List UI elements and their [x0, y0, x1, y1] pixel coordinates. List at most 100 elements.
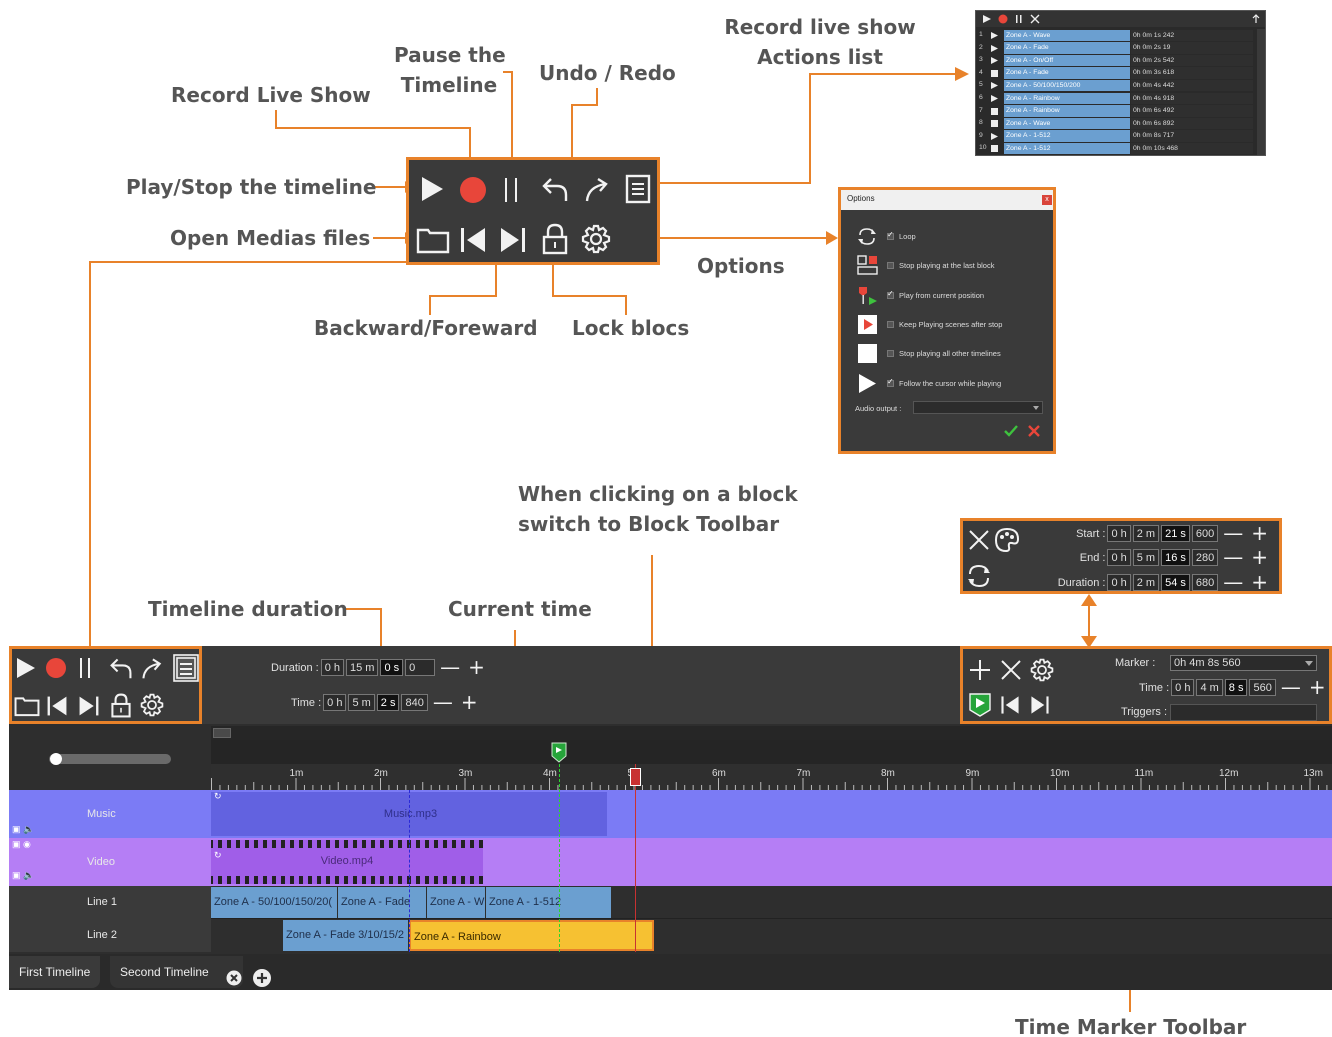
minus-button[interactable]: — [1220, 572, 1246, 592]
time-seconds[interactable]: 2 s [376, 694, 400, 711]
gear-icon[interactable] [1030, 658, 1054, 682]
speaker-icon[interactable]: ▣ 🔈 [12, 824, 34, 835]
color-palette-icon[interactable] [994, 527, 1020, 553]
block-start-hours[interactable]: 0 h [1107, 525, 1131, 542]
playhead-handle[interactable] [630, 768, 641, 786]
plus-button[interactable]: + [1248, 547, 1271, 567]
actions-list-row[interactable]: 10 Zone A - 1-512 0h 0m 10s 468 [976, 142, 1256, 155]
option-checkbox[interactable] [887, 350, 894, 358]
play-icon[interactable] [417, 172, 447, 206]
loop-icon[interactable] [967, 563, 991, 589]
option-checkbox[interactable] [887, 377, 894, 387]
block-end-ms[interactable]: 280 [1191, 549, 1219, 566]
minus-button[interactable]: — [430, 692, 456, 712]
video-block[interactable]: Video.mp4 ↻ [211, 840, 483, 884]
undo-icon[interactable] [539, 172, 571, 206]
gear-icon[interactable] [579, 222, 613, 256]
lock-icon[interactable] [110, 693, 132, 718]
play-icon[interactable] [991, 57, 998, 65]
delete-x-icon[interactable] [968, 529, 990, 551]
option-checkbox[interactable] [887, 262, 894, 270]
option-checkbox[interactable] [887, 320, 894, 328]
marker-time-ms[interactable]: 560 [1249, 679, 1276, 696]
zoom-slider-handle[interactable] [50, 753, 62, 765]
duration-minutes[interactable]: 15 m [346, 659, 379, 676]
pause-icon[interactable] [1014, 14, 1024, 24]
record-icon[interactable] [457, 174, 489, 206]
play-icon[interactable] [991, 132, 998, 140]
minus-button[interactable]: — [1278, 677, 1304, 697]
duration-ms[interactable]: 0 [405, 659, 436, 676]
open-folder-icon[interactable] [415, 224, 451, 256]
actions-list-row[interactable]: 1 Zone A - Wave 0h 0m 1s 242 [976, 29, 1256, 42]
plus-button[interactable]: + [1248, 523, 1271, 543]
time-minutes[interactable]: 5 m [348, 694, 375, 711]
tab-first-timeline[interactable]: First Timeline [9, 956, 101, 988]
actions-list-icon[interactable] [173, 654, 199, 682]
zoom-slider[interactable] [49, 754, 171, 764]
stop-icon[interactable] [991, 145, 998, 153]
lock-icon[interactable] [539, 222, 571, 256]
forward-icon[interactable] [1030, 695, 1050, 715]
actions-list-row[interactable]: 4 Zone A - Fade 0h 0m 3s 618 [976, 67, 1256, 80]
actions-list-row[interactable]: 7 Zone A - Rainbow 0h 0m 6s 492 [976, 105, 1256, 118]
line2-block-selected[interactable]: Zone A - Rainbow [409, 920, 654, 951]
backward-icon[interactable] [457, 224, 489, 256]
block-start-minutes[interactable]: 2 m [1132, 525, 1160, 542]
gear-icon[interactable] [140, 693, 164, 717]
marker-time-seconds[interactable]: 8 s [1224, 679, 1248, 696]
actions-list-row[interactable]: 5 Zone A - 50/100/150/200 0h 0m 4s 442 [976, 79, 1256, 92]
time-hours[interactable]: 0 h [323, 694, 347, 711]
open-folder-icon[interactable] [14, 695, 40, 717]
block-duration-seconds[interactable]: 54 s [1161, 574, 1190, 591]
duration-hours[interactable]: 0 h [320, 659, 344, 676]
forward-icon[interactable] [497, 224, 529, 256]
add-tab-icon[interactable] [252, 968, 272, 988]
minus-button[interactable]: — [437, 657, 463, 677]
actions-list-icon[interactable] [623, 172, 653, 206]
line1-block[interactable]: Zone A - Fade [338, 887, 426, 918]
marker-time-hours[interactable]: 0 h [1171, 679, 1195, 696]
option-checkbox[interactable] [887, 289, 894, 299]
line1-block[interactable]: Zone A - W [427, 887, 485, 918]
record-icon[interactable] [45, 657, 67, 679]
time-marker-flag-icon[interactable] [551, 742, 567, 764]
play-icon[interactable] [16, 657, 36, 679]
play-icon[interactable] [991, 44, 998, 52]
horizontal-scrollbar[interactable] [211, 726, 1332, 740]
audio-output-select[interactable] [913, 401, 1043, 414]
pause-icon[interactable] [499, 174, 523, 206]
play-icon[interactable] [991, 95, 998, 102]
plus-button[interactable]: + [1306, 677, 1329, 697]
block-duration-minutes[interactable]: 2 m [1132, 574, 1160, 591]
block-duration-hours[interactable]: 0 h [1107, 574, 1131, 591]
triggers-field[interactable] [1170, 704, 1317, 721]
actions-list-row[interactable]: 8 Zone A - Wave 0h 0m 6s 892 [976, 117, 1256, 130]
confirm-check-icon[interactable] [1003, 424, 1019, 438]
block-start-seconds[interactable]: 21 s [1161, 525, 1190, 542]
cancel-x-icon[interactable] [1027, 424, 1041, 438]
block-start-ms[interactable]: 600 [1191, 525, 1219, 542]
delete-marker-icon[interactable] [1000, 659, 1022, 681]
pause-icon[interactable] [78, 657, 92, 679]
play-icon[interactable] [982, 14, 992, 24]
duration-seconds[interactable]: 0 s [380, 659, 404, 676]
forward-icon[interactable] [78, 695, 100, 717]
plus-button[interactable]: + [465, 657, 488, 677]
minus-button[interactable]: — [1220, 523, 1246, 543]
backward-icon[interactable] [1000, 695, 1020, 715]
marker-select[interactable]: 0h 4m 8s 560 [1170, 655, 1317, 671]
line1-block[interactable]: Zone A - 1-512 [486, 887, 611, 918]
undo-icon[interactable] [109, 656, 133, 680]
scrollbar-thumb[interactable] [213, 728, 231, 738]
add-marker-icon[interactable] [969, 659, 991, 681]
options-close-button[interactable]: x [1042, 195, 1052, 205]
option-checkbox[interactable] [887, 230, 894, 240]
line2-block[interactable]: Zone A - Fade 3/10/15/2 [283, 920, 408, 951]
tab-second-timeline[interactable]: Second Timeline [110, 956, 243, 988]
marker-time-minutes[interactable]: 4 m [1196, 679, 1223, 696]
block-duration-ms[interactable]: 680 [1191, 574, 1219, 591]
eye-icon[interactable]: ▣ ◉ [12, 839, 31, 850]
actions-list-row[interactable]: 2 Zone A - Fade 0h 0m 2s 19 [976, 42, 1256, 55]
block-end-hours[interactable]: 0 h [1107, 549, 1131, 566]
